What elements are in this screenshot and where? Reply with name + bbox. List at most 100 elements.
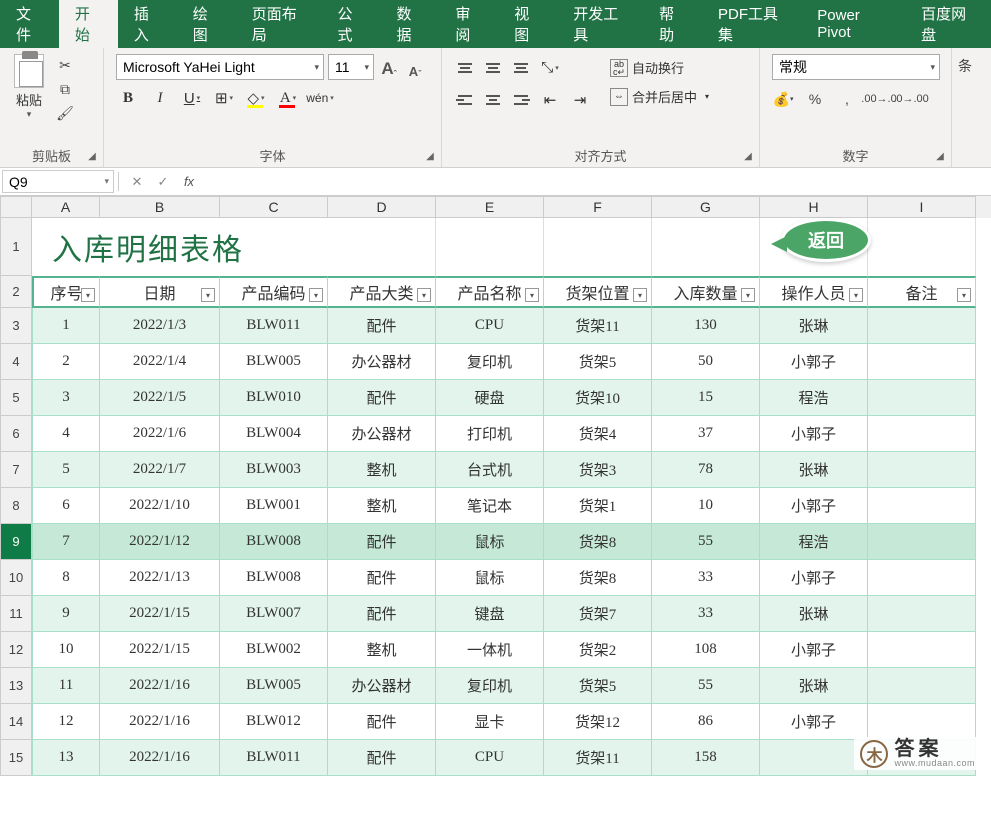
- cell[interactable]: [868, 668, 976, 704]
- copy-icon[interactable]: ⧉: [56, 80, 74, 98]
- col-header-G[interactable]: G: [652, 196, 760, 218]
- tab-插入[interactable]: 插入: [118, 0, 177, 48]
- clipboard-launcher-icon[interactable]: ◢: [85, 149, 99, 163]
- tab-审阅[interactable]: 审阅: [439, 0, 498, 48]
- cell[interactable]: 货架12: [544, 704, 652, 740]
- table-row[interactable]: 52022/1/7BLW003整机台式机货架378张琳: [32, 452, 976, 488]
- cell[interactable]: BLW011: [220, 740, 328, 776]
- indent-increase-icon[interactable]: ⇥: [568, 88, 592, 112]
- cell[interactable]: [868, 596, 976, 632]
- select-all-corner[interactable]: [0, 196, 32, 218]
- cell[interactable]: 复印机: [436, 344, 544, 380]
- filter-dropdown-icon[interactable]: ▾: [633, 288, 647, 302]
- cell[interactable]: 一体机: [436, 632, 544, 668]
- cell[interactable]: 整机: [328, 632, 436, 668]
- cell[interactable]: 7: [32, 524, 100, 560]
- cell[interactable]: BLW005: [220, 668, 328, 704]
- cell[interactable]: [868, 380, 976, 416]
- increase-decimal-icon[interactable]: .00→.0: [868, 88, 890, 110]
- cell[interactable]: 张琳: [760, 308, 868, 344]
- font-launcher-icon[interactable]: ◢: [423, 149, 437, 163]
- cell[interactable]: 硬盘: [436, 380, 544, 416]
- name-box[interactable]: Q9▾: [2, 170, 114, 193]
- cell[interactable]: 8: [32, 560, 100, 596]
- cell[interactable]: 货架5: [544, 668, 652, 704]
- cell[interactable]: 2022/1/6: [100, 416, 220, 452]
- increase-font-icon[interactable]: Aˆ: [378, 55, 400, 79]
- align-left-icon[interactable]: [454, 89, 476, 111]
- table-header-产品大类[interactable]: 产品大类▾: [328, 276, 436, 308]
- font-size-combo[interactable]: 11▾: [328, 54, 374, 80]
- filter-dropdown-icon[interactable]: ▾: [81, 288, 95, 302]
- cell[interactable]: 小郭子: [760, 416, 868, 452]
- table-header-备注[interactable]: 备注▾: [868, 276, 976, 308]
- cell[interactable]: 2022/1/16: [100, 740, 220, 776]
- cell[interactable]: 键盘: [436, 596, 544, 632]
- tab-开发工具[interactable]: 开发工具: [557, 0, 643, 48]
- comma-format-icon[interactable]: ,: [836, 88, 858, 110]
- cell[interactable]: 办公器材: [328, 344, 436, 380]
- cell[interactable]: 小郭子: [760, 488, 868, 524]
- table-row[interactable]: 132022/1/16BLW011配件CPU货架11158: [32, 740, 976, 776]
- row-header-13[interactable]: 13: [0, 668, 32, 704]
- col-header-F[interactable]: F: [544, 196, 652, 218]
- tab-帮助[interactable]: 帮助: [643, 0, 702, 48]
- underline-button[interactable]: U▾: [180, 86, 204, 110]
- col-header-E[interactable]: E: [436, 196, 544, 218]
- cell[interactable]: 张琳: [760, 596, 868, 632]
- cell[interactable]: 货架5: [544, 344, 652, 380]
- table-header-产品名称[interactable]: 产品名称▾: [436, 276, 544, 308]
- font-name-combo[interactable]: Microsoft YaHei Light▾: [116, 54, 324, 80]
- filter-dropdown-icon[interactable]: ▾: [849, 288, 863, 302]
- col-header-I[interactable]: I: [868, 196, 976, 218]
- cell[interactable]: 鼠标: [436, 560, 544, 596]
- cell[interactable]: [868, 560, 976, 596]
- row-header-6[interactable]: 6: [0, 416, 32, 452]
- paste-button[interactable]: 粘贴 ▾: [8, 52, 50, 122]
- cell[interactable]: 货架10: [544, 380, 652, 416]
- table-row[interactable]: 62022/1/10BLW001整机笔记本货架110小郭子: [32, 488, 976, 524]
- cell[interactable]: 小郭子: [760, 344, 868, 380]
- cell[interactable]: 配件: [328, 524, 436, 560]
- format-painter-icon[interactable]: 🖌: [56, 104, 74, 122]
- indent-decrease-icon[interactable]: ⇤: [538, 88, 562, 112]
- table-row[interactable]: 32022/1/5BLW010配件硬盘货架1015程浩: [32, 380, 976, 416]
- cell[interactable]: 2022/1/16: [100, 704, 220, 740]
- cell[interactable]: 货架11: [544, 740, 652, 776]
- tab-百度网盘[interactable]: 百度网盘: [905, 0, 991, 48]
- row-header-7[interactable]: 7: [0, 452, 32, 488]
- col-header-B[interactable]: B: [100, 196, 220, 218]
- cell[interactable]: BLW012: [220, 704, 328, 740]
- row-header-12[interactable]: 12: [0, 632, 32, 668]
- cell[interactable]: 2022/1/15: [100, 596, 220, 632]
- cell[interactable]: 笔记本: [436, 488, 544, 524]
- bold-button[interactable]: B: [116, 86, 140, 110]
- cell[interactable]: 配件: [328, 560, 436, 596]
- row-header-2[interactable]: 2: [0, 276, 32, 308]
- percent-format-icon[interactable]: %: [804, 88, 826, 110]
- cell[interactable]: 33: [652, 596, 760, 632]
- table-header-序号[interactable]: 序号▾: [32, 276, 100, 308]
- align-top-icon[interactable]: [454, 57, 476, 79]
- cell[interactable]: BLW010: [220, 380, 328, 416]
- cell[interactable]: 1: [32, 308, 100, 344]
- cell[interactable]: 打印机: [436, 416, 544, 452]
- cell[interactable]: 2022/1/13: [100, 560, 220, 596]
- cell[interactable]: 10: [32, 632, 100, 668]
- table-row[interactable]: 122022/1/16BLW012配件显卡货架1286小郭子: [32, 704, 976, 740]
- tab-Power Pivot[interactable]: Power Pivot: [801, 0, 905, 48]
- cell[interactable]: 11: [32, 668, 100, 704]
- cell[interactable]: 货架1: [544, 488, 652, 524]
- cell[interactable]: 9: [32, 596, 100, 632]
- cell[interactable]: [652, 218, 760, 276]
- italic-button[interactable]: I: [148, 86, 172, 110]
- cell[interactable]: [544, 218, 652, 276]
- cell[interactable]: 台式机: [436, 452, 544, 488]
- table-header-产品编码[interactable]: 产品编码▾: [220, 276, 328, 308]
- cell[interactable]: BLW008: [220, 524, 328, 560]
- cell[interactable]: 小郭子: [760, 632, 868, 668]
- filter-dropdown-icon[interactable]: ▾: [417, 288, 431, 302]
- cell[interactable]: 货架11: [544, 308, 652, 344]
- cell[interactable]: [868, 704, 976, 740]
- cell[interactable]: BLW005: [220, 344, 328, 380]
